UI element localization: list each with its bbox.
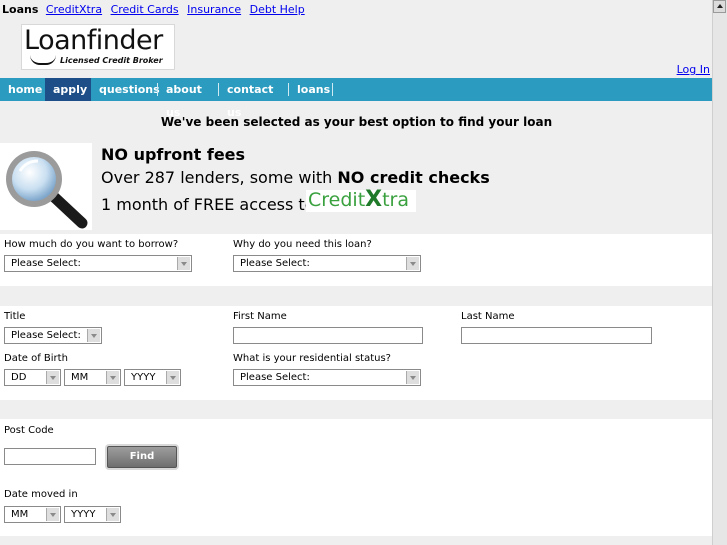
toplink-creditxtra[interactable]: CreditXtra <box>46 3 102 16</box>
loan-reason-label: Why do you need this loan? <box>233 239 372 250</box>
moved-year-value: YYYY <box>71 509 96 520</box>
chevron-down-icon <box>106 508 119 521</box>
moved-year-select[interactable]: YYYY <box>64 506 121 523</box>
logo-text: Loanfinder <box>24 25 163 56</box>
title-label: Title <box>4 311 26 322</box>
promo-no-credit-checks: NO credit checks <box>337 168 490 187</box>
loanfinder-logo[interactable]: Loanfinder Licensed Credit Broker <box>21 24 175 70</box>
find-address-button[interactable]: Find Address <box>107 446 177 482</box>
scroll-up-arrow-icon[interactable] <box>713 0 726 13</box>
nav-contact-us[interactable]: contact us <box>219 78 288 119</box>
postcode-input[interactable] <box>4 448 96 465</box>
magnifying-glass-image <box>0 143 92 230</box>
residential-status-label: What is your residential status? <box>233 353 391 364</box>
chevron-down-icon <box>406 257 419 270</box>
page-headline: We've been selected as your best option … <box>160 115 553 129</box>
postcode-label: Post Code <box>4 425 54 436</box>
chevron-down-icon <box>46 508 59 521</box>
dob-year-select[interactable]: YYYY <box>124 369 181 386</box>
logo-swoosh-icon <box>30 55 56 65</box>
main-nav: home apply questions about us contact us… <box>0 78 713 119</box>
dob-day-value: DD <box>11 372 27 383</box>
first-name-input[interactable] <box>233 327 423 344</box>
top-brand-label: Loans <box>2 3 39 16</box>
dob-label: Date of Birth <box>4 353 68 364</box>
residential-status-select[interactable]: Please Select: <box>233 369 421 386</box>
toplink-credit-cards[interactable]: Credit Cards <box>111 3 179 16</box>
nav-questions[interactable]: questions <box>91 78 160 101</box>
loan-reason-value: Please Select: <box>240 258 310 269</box>
borrow-amount-label: How much do you want to borrow? <box>4 239 179 250</box>
chevron-down-icon <box>166 371 179 384</box>
toplink-insurance[interactable]: Insurance <box>187 3 241 16</box>
loan-reason-select[interactable]: Please Select: <box>233 255 421 272</box>
date-moved-in-label: Date moved in <box>4 489 78 500</box>
nav-loans[interactable]: loans <box>289 78 333 101</box>
nav-about-us[interactable]: about us <box>158 78 219 119</box>
chevron-down-icon <box>406 371 419 384</box>
moved-month-value: MM <box>11 509 29 520</box>
chevron-down-icon <box>177 257 190 270</box>
magnifying-glass-icon <box>6 151 88 229</box>
login-link[interactable]: Log In <box>677 63 710 76</box>
chevron-down-icon <box>87 329 100 342</box>
top-links-bar: Loans CreditXtra Credit Cards Insurance … <box>2 3 310 16</box>
dob-day-select[interactable]: DD <box>4 369 61 386</box>
creditxtra-logo: CreditXtra <box>306 187 416 212</box>
promo-lenders-text: Over 287 lenders, some with <box>101 168 338 187</box>
vertical-scrollbar[interactable] <box>712 0 727 545</box>
title-select[interactable]: Please Select: <box>4 327 102 344</box>
borrow-amount-select[interactable]: Please Select: <box>4 255 192 272</box>
page: Loans CreditXtra Credit Cards Insurance … <box>0 0 713 545</box>
nav-separator <box>332 83 333 96</box>
dob-month-select[interactable]: MM <box>64 369 121 386</box>
address-section: Post Code Find Address Date moved in MM … <box>0 419 713 536</box>
promo-no-fees: NO upfront fees <box>101 145 246 164</box>
promo-lenders: Over 287 lenders, some with NO credit ch… <box>101 168 490 187</box>
title-value: Please Select: <box>11 330 81 341</box>
nav-apply[interactable]: apply <box>45 78 91 101</box>
logo-tagline: Licensed Credit Broker <box>60 56 163 65</box>
last-name-input[interactable] <box>461 327 652 344</box>
chevron-down-icon <box>46 371 59 384</box>
personal-details-section: Title Please Select: First Name Last Nam… <box>0 306 713 400</box>
dob-year-value: YYYY <box>131 372 156 383</box>
promo-free-access: 1 month of FREE access to <box>101 195 315 214</box>
toplink-debt-help[interactable]: Debt Help <box>250 3 305 16</box>
last-name-label: Last Name <box>461 311 515 322</box>
nav-home[interactable]: home <box>0 78 45 101</box>
borrow-amount-value: Please Select: <box>11 258 81 269</box>
moved-month-select[interactable]: MM <box>4 506 61 523</box>
loan-details-section: How much do you want to borrow? Please S… <box>0 234 713 286</box>
first-name-label: First Name <box>233 311 287 322</box>
chevron-down-icon <box>106 371 119 384</box>
creditxtra-logo-text: CreditXtra <box>308 187 410 212</box>
dob-month-value: MM <box>71 372 89 383</box>
residential-status-value: Please Select: <box>240 372 310 383</box>
